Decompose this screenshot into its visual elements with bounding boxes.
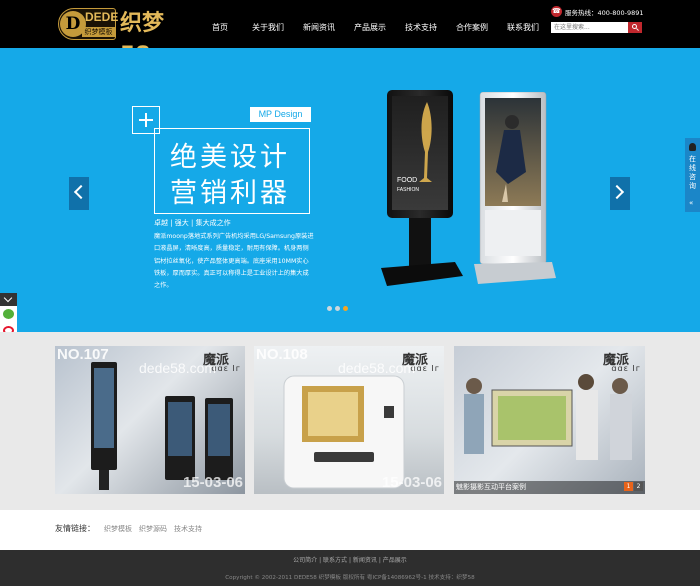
share-toggle-button[interactable] xyxy=(0,293,17,306)
banner-title-line2: 营销利器 xyxy=(170,178,290,209)
case-caption: 魅影摄影互动平台案例 xyxy=(454,481,645,494)
nav-item-news[interactable]: 新闻资讯 xyxy=(303,0,335,48)
nav-item-cases[interactable]: 合作案例 xyxy=(456,0,488,48)
search-button[interactable] xyxy=(628,22,642,33)
case-watermark: dede58.com xyxy=(139,360,217,376)
search-icon-handle xyxy=(636,28,639,31)
nav-item-about[interactable]: 关于我们 xyxy=(252,0,284,48)
site-logo[interactable]: D DEDE 织梦模板 织梦58 xyxy=(58,8,180,68)
case-number: NO.107 xyxy=(57,346,109,363)
nav-item-products[interactable]: 产品展示 xyxy=(354,0,386,48)
chevron-right-icon xyxy=(609,184,625,200)
chevron-left-icon xyxy=(73,184,89,200)
collapse-icon: « xyxy=(689,199,694,207)
search-input[interactable] xyxy=(551,22,628,33)
case-pager: 1 2 xyxy=(624,482,644,491)
search-box xyxy=(551,22,642,33)
footer-link-products[interactable]: 产品展示 xyxy=(383,557,407,564)
friend-link[interactable]: 织梦源码 xyxy=(139,524,167,534)
case-date: 15-03-06 xyxy=(381,474,442,491)
footer-link-contact[interactable]: 联系方式 xyxy=(323,557,347,564)
case-card[interactable]: NO.107 魔派 ɑɑɛ Ιг dede58.com 15-03-06 xyxy=(55,346,245,494)
next-slide-button[interactable] xyxy=(609,177,630,210)
nav-item-contact[interactable]: 联系我们 xyxy=(507,0,539,48)
logo-badge-text: DEDE xyxy=(85,10,119,24)
case-card[interactable]: NO.108 魔派 ɑɑɛ Ιг dede58.com 15-03-06 xyxy=(254,346,444,494)
nav-item-support[interactable]: 技术支持 xyxy=(405,0,437,48)
case-brand-en: ɑɑɛ Ιг xyxy=(611,364,641,373)
poster-text-food: FOOD xyxy=(397,177,417,184)
case-date: 15-03-06 xyxy=(182,474,243,491)
friend-link[interactable]: 织梦模板 xyxy=(104,524,132,534)
phone-icon: ☎ xyxy=(551,6,562,17)
slide-dot-1[interactable] xyxy=(327,306,332,311)
friend-links: 友情链接： 织梦模板 织梦源码 技术支持 xyxy=(0,510,700,550)
main-nav: 首页 关于我们 新闻资讯 产品展示 技术支持 合作案例 联系我们 xyxy=(202,0,558,48)
hotline-text: 服务热线：400-800-9891 xyxy=(565,8,644,17)
kiosk-image-silver xyxy=(474,92,556,284)
consult-label: 在线咨询 xyxy=(689,155,696,190)
footer-nav: 公司简介 | 联系方式 | 新闻资讯 | 产品展示 xyxy=(0,555,700,564)
banner-title-line1: 绝美设计 xyxy=(170,142,290,173)
chevron-down-icon xyxy=(3,293,13,303)
logo-badge: D DEDE 织梦模板 xyxy=(58,8,119,40)
hero-banner: MP Design 绝美设计 营销利器 卓越 | 强大 | 集大成之作 魔派mo… xyxy=(0,48,700,332)
banner-slogan: 卓越 | 强大 | 集大成之作 xyxy=(154,219,231,227)
hotline: ☎ 服务热线：400-800-9891 xyxy=(551,5,644,18)
wechat-share-button[interactable] xyxy=(0,306,17,323)
banner-description: 魔派moonp落地式系列广告机均采用LG/Samsung原装进口液晶屏，清晰度高… xyxy=(154,233,314,290)
prev-slide-button[interactable] xyxy=(69,177,89,210)
online-consult-tab[interactable]: 在线咨询 « xyxy=(685,138,700,212)
slide-pagination xyxy=(327,306,351,311)
case-watermark: dede58.com xyxy=(338,360,416,376)
slide-dot-2[interactable] xyxy=(335,306,340,311)
friend-links-label: 友情链接： xyxy=(55,524,95,533)
footer-link-about[interactable]: 公司简介 xyxy=(293,557,317,564)
case-page-1[interactable]: 1 xyxy=(624,482,633,491)
friend-link[interactable]: 技术支持 xyxy=(174,524,202,534)
banner-tag: MP Design xyxy=(250,107,311,122)
nav-item-home[interactable]: 首页 xyxy=(212,0,228,48)
poster-text-fashion: FASHION xyxy=(397,187,419,193)
wechat-icon xyxy=(3,309,14,319)
case-number: NO.108 xyxy=(256,346,308,363)
case-card[interactable]: 魔派 ɑɑɛ Ιг 魅影摄影互动平台案例 1 2 xyxy=(454,346,645,494)
case-page-2[interactable]: 2 xyxy=(634,482,643,491)
copyright: Copyright © 2002-2011 DEDE58 织梦模板 版权所有 粤… xyxy=(225,575,475,581)
banner-title: 绝美设计 营销利器 xyxy=(170,140,300,212)
slide-dot-3[interactable] xyxy=(343,306,348,311)
footer: 公司简介 | 联系方式 | 新闻资讯 | 产品展示 Copyright © 20… xyxy=(0,550,700,586)
cases-section: NO.107 魔派 ɑɑɛ Ιг dede58.com 15-03-06 NO.… xyxy=(0,332,700,510)
logo-badge-sub: 织梦模板 xyxy=(82,27,115,37)
footer-link-news[interactable]: 新闻资讯 xyxy=(353,557,377,564)
header: D DEDE 织梦模板 织梦58 首页 关于我们 新闻资讯 产品展示 技术支持 … xyxy=(0,0,700,68)
kiosk-image-black: FOOD FASHION xyxy=(381,90,463,286)
qq-icon xyxy=(689,143,696,151)
